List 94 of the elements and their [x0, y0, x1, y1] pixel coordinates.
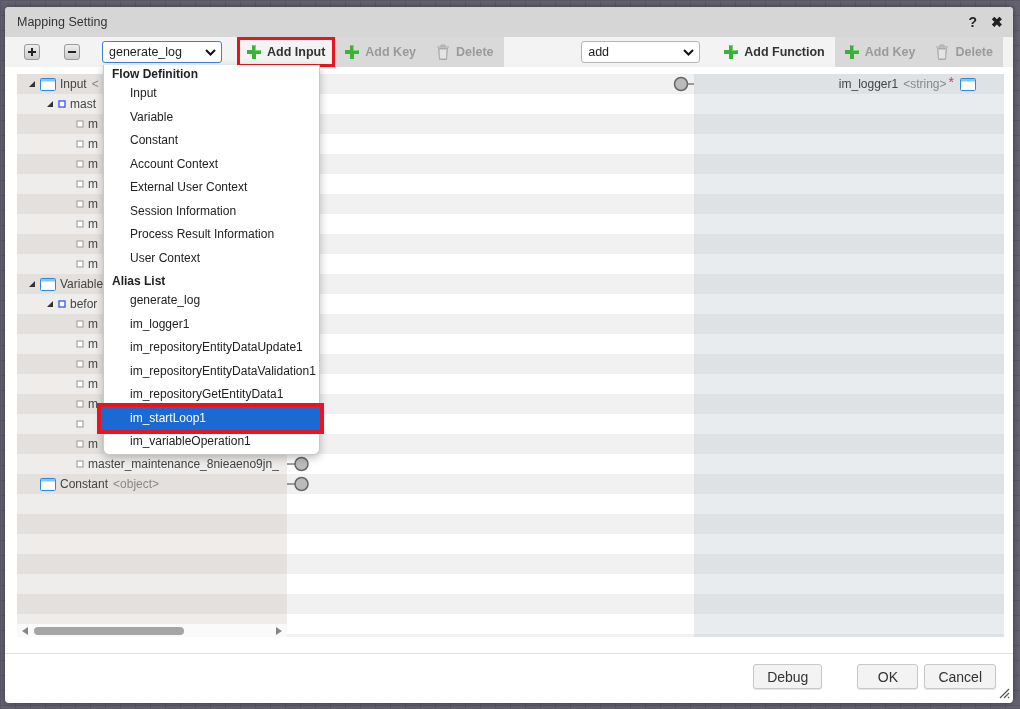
tree-node-label[interactable]: master_maintenance_8nieaeno9jn_: [88, 457, 279, 471]
menu-item[interactable]: Variable: [104, 105, 319, 129]
tree-node-label[interactable]: m: [88, 157, 98, 171]
square-icon: [76, 320, 84, 328]
window-icon: [960, 77, 976, 91]
tree-node-label[interactable]: befor: [70, 297, 98, 311]
square-icon: [76, 360, 84, 368]
menu-group-header: Alias List: [111, 273, 167, 289]
square-icon: [76, 440, 84, 448]
plus-icon: [25, 45, 39, 59]
resize-grip-icon[interactable]: [998, 687, 1010, 699]
expanded-triangle-icon[interactable]: [46, 100, 54, 108]
menu-item[interactable]: Account Context: [104, 152, 319, 176]
type-label: <: [91, 77, 99, 91]
menu-item[interactable]: im_logger1: [104, 312, 319, 336]
square-icon: [76, 220, 84, 228]
menu-item[interactable]: Input: [104, 82, 319, 106]
window-title: Mapping Setting: [17, 15, 109, 29]
collapse-all-button[interactable]: [64, 44, 80, 60]
menu-item[interactable]: Session Information: [104, 199, 319, 223]
square-icon: [76, 140, 84, 148]
menu-item[interactable]: im_repositoryEntityDataUpdate1: [104, 336, 319, 360]
menu-item[interactable]: im_repositoryEntityDataValidation1: [104, 359, 319, 383]
scroll-right-arrow-icon[interactable]: [275, 626, 282, 635]
tree-node-label[interactable]: m: [88, 237, 98, 251]
square-icon: [76, 200, 84, 208]
square-icon: [76, 460, 84, 468]
square-icon: [76, 260, 84, 268]
expanded-triangle-icon[interactable]: [46, 300, 54, 308]
tree-node-label[interactable]: m: [88, 377, 98, 391]
tree-node-label[interactable]: m: [88, 257, 98, 271]
type-label: <string>: [903, 77, 947, 91]
tree-node-label[interactable]: m: [88, 357, 98, 371]
connector-port[interactable]: [287, 456, 309, 472]
square-icon: [76, 180, 84, 188]
tree-node-label[interactable]: m: [88, 217, 98, 231]
window-icon: [40, 477, 56, 491]
trash-icon: [935, 44, 950, 60]
required-mark: *: [948, 74, 954, 90]
tree-node-label[interactable]: im_logger1: [838, 77, 899, 91]
plus-icon: [844, 45, 859, 59]
dialog-button[interactable]: Cancel: [924, 664, 996, 689]
add-button[interactable]: Add Function: [714, 37, 835, 67]
dialog-button[interactable]: OK: [857, 664, 919, 689]
square-icon: [76, 420, 84, 428]
trash-icon: [436, 44, 451, 60]
menu-item[interactable]: im_variableOperation1: [104, 430, 319, 454]
square-icon: [76, 340, 84, 348]
menu-item[interactable]: generate_log: [104, 289, 319, 313]
select-field[interactable]: generate_log: [102, 41, 222, 63]
menu-item[interactable]: im_repositoryGetEntityData1: [104, 383, 319, 407]
window-icon: [40, 77, 56, 91]
plus-icon: [345, 45, 360, 59]
tree-node-label[interactable]: m: [88, 437, 98, 451]
menu-item[interactable]: External User Context: [104, 176, 319, 200]
connector-port[interactable]: [673, 76, 694, 92]
menu-item[interactable]: Process Result Information: [104, 223, 319, 247]
plus-icon: [724, 45, 739, 59]
menu-item[interactable]: Constant: [104, 129, 319, 153]
square-icon: [76, 380, 84, 388]
tree-node-label[interactable]: Variable: [60, 277, 104, 291]
square-icon: [76, 160, 84, 168]
square-icon: [58, 300, 66, 308]
square-icon: [76, 240, 84, 248]
connector-port[interactable]: [287, 476, 309, 492]
chevron-down-icon: [683, 48, 695, 56]
chevron-down-icon: [205, 48, 216, 56]
tree-node-label[interactable]: m: [88, 197, 98, 211]
select-field[interactable]: add: [581, 41, 701, 63]
square-icon: [58, 100, 66, 108]
menu-group-header: Flow Definition: [111, 66, 199, 82]
type-label: <object>: [113, 477, 160, 491]
expanded-triangle-icon[interactable]: [28, 280, 36, 288]
help-button[interactable]: ?: [968, 14, 977, 30]
tree-node-label[interactable]: m: [88, 337, 98, 351]
close-button[interactable]: ✖: [991, 14, 1003, 30]
window-icon: [40, 277, 56, 291]
tree-node-label[interactable]: m: [88, 137, 98, 151]
tree-node-label[interactable]: m: [88, 317, 98, 331]
dialog-button[interactable]: Debug: [753, 664, 823, 689]
tree-node-label[interactable]: mast: [70, 97, 96, 111]
square-icon: [76, 400, 84, 408]
square-icon: [76, 120, 84, 128]
expanded-triangle-icon[interactable]: [28, 80, 36, 88]
tree-node-label[interactable]: m: [88, 397, 98, 411]
scrollbar-thumb[interactable]: [34, 626, 184, 635]
expand-all-button[interactable]: [24, 44, 40, 60]
tree-node-label[interactable]: Constant: [60, 477, 109, 491]
scroll-left-arrow-icon[interactable]: [22, 626, 29, 635]
tree-node-label[interactable]: m: [88, 177, 98, 191]
tree-node-label[interactable]: m: [88, 117, 98, 131]
menu-item[interactable]: User Context: [104, 246, 319, 270]
tree-node-label[interactable]: Input: [60, 77, 87, 91]
plus-icon: [247, 45, 261, 59]
